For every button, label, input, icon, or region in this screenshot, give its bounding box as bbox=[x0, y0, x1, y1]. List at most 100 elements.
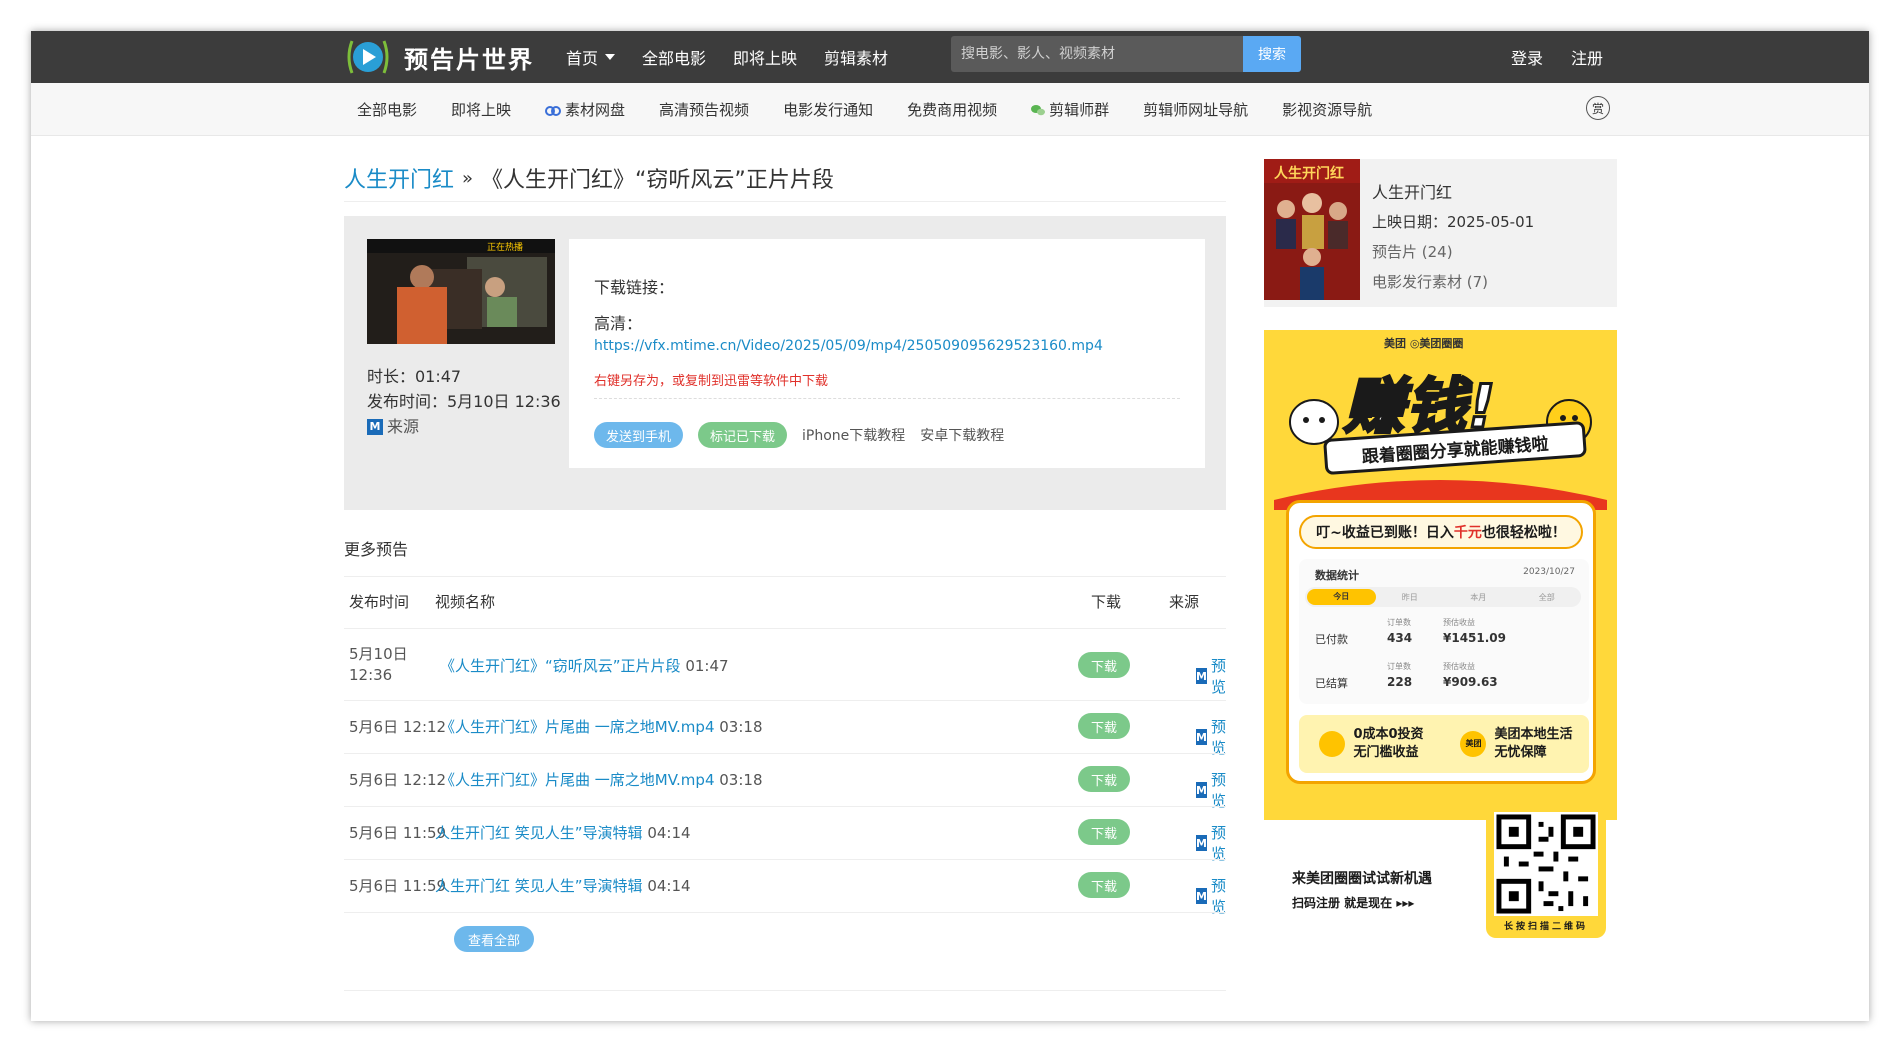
video-thumbnail[interactable]: 正在热播 bbox=[367, 239, 555, 344]
settled-label: 已结算 bbox=[1315, 677, 1348, 690]
row-date: 5月6日 11:59 bbox=[349, 877, 447, 895]
subnav-hd-trailers[interactable]: 高清预告视频 bbox=[659, 99, 749, 120]
paid-label: 已付款 bbox=[1315, 633, 1348, 646]
promo1-line2: 无门槛收益 bbox=[1353, 745, 1419, 760]
orders-label: 订单数 bbox=[1387, 618, 1411, 627]
download-url-link[interactable]: https://vfx.mtime.cn/Video/2025/05/09/mp… bbox=[594, 338, 1103, 354]
subnav-editor-nav[interactable]: 剪辑师网址导航 bbox=[1143, 99, 1248, 120]
nav-coming-soon[interactable]: 即将上映 bbox=[733, 45, 797, 69]
divider bbox=[344, 990, 1226, 991]
nav-home[interactable]: 首页 bbox=[566, 45, 616, 69]
trailer-duration: 01:47 bbox=[685, 657, 729, 675]
trailer-title-link[interactable]: 人生开门红 笑见人生”导演特辑 04:14 bbox=[435, 875, 691, 896]
mtime-icon: M bbox=[1196, 668, 1207, 684]
auth-links: 登录 注册 bbox=[1511, 31, 1631, 83]
trailer-title-link[interactable]: 《人生开门红》“窃听风云”正片片段 01:47 bbox=[440, 655, 729, 676]
promo1-line1: 0成本0投资 bbox=[1353, 727, 1424, 742]
stats-date: 2023/10/27 bbox=[1523, 567, 1575, 577]
settled-orders: 228 bbox=[1387, 675, 1413, 689]
preview-link[interactable]: M 预览 bbox=[1196, 769, 1231, 811]
sub-nav: 全部电影 即将上映 素材网盘 高清预告视频 电影发行通知 免费商用视频 剪辑师群… bbox=[31, 83, 1869, 136]
trailer-title: 人生开门红 笑见人生”导演特辑 bbox=[435, 877, 643, 895]
ad-card-title-post: 也很轻松啦！ bbox=[1481, 525, 1566, 541]
subnav-resource-nav[interactable]: 影视资源导航 bbox=[1282, 99, 1372, 120]
column-header-source: 来源 bbox=[1169, 593, 1200, 611]
download-button[interactable]: 下载 bbox=[1078, 766, 1130, 792]
preview-link[interactable]: M 预览 bbox=[1196, 822, 1231, 864]
trailer-duration: 04:14 bbox=[647, 877, 691, 895]
nav-all-movies[interactable]: 全部电影 bbox=[642, 45, 706, 69]
register-link[interactable]: 注册 bbox=[1571, 45, 1603, 69]
mark-downloaded-button[interactable]: 标记已下载 bbox=[698, 422, 788, 448]
nav-clip-materials[interactable]: 剪辑素材 bbox=[824, 45, 888, 69]
download-button[interactable]: 下载 bbox=[1078, 872, 1130, 898]
stats-row-paid: 已付款 订单数 预估收益 434 ¥1451.09 bbox=[1315, 615, 1575, 655]
table-row: 5月10日 12:36 《人生开门红》“窃听风云”正片片段 01:47 下载 M… bbox=[344, 628, 1226, 700]
movie-card: 人生开门红 人生开门红 上映日期：2025-05-01 预告片 (24) 电影发… bbox=[1264, 159, 1617, 307]
row-date: 5月6日 12:12 bbox=[349, 718, 447, 736]
movie-poster[interactable]: 人生开门红 bbox=[1264, 159, 1360, 300]
subnav-all-movies[interactable]: 全部电影 bbox=[357, 99, 417, 120]
browser-page: 预告片世界 首页 全部电影 即将上映 剪辑素材 搜索 登录 注册 全部电影 即将… bbox=[31, 31, 1869, 1021]
reward-icon[interactable]: 赏 bbox=[1586, 96, 1610, 120]
cloud-drive-icon bbox=[545, 105, 562, 116]
meituan-ad-banner[interactable]: 美团 ◎美团圈圈 赚钱! 跟着圈圈分享就能赚钱啦 叮~收益已到账！日入 千元 也很轻… bbox=[1264, 330, 1617, 944]
movie-title-link[interactable]: 人生开门红 bbox=[1372, 179, 1452, 203]
mtime-icon: M bbox=[1196, 835, 1207, 851]
iphone-tutorial-link[interactable]: iPhone下载教程 bbox=[802, 425, 905, 445]
movie-trailers-link[interactable]: 预告片 (24) bbox=[1372, 241, 1453, 262]
download-button[interactable]: 下载 bbox=[1078, 819, 1130, 845]
chevron-down-icon bbox=[605, 54, 616, 60]
search-button[interactable]: 搜索 bbox=[1243, 36, 1301, 72]
download-button[interactable]: 下载 bbox=[1078, 652, 1130, 678]
trailer-title-link[interactable]: 《人生开门红》片尾曲 一席之地MV.mp4 03:18 bbox=[440, 716, 763, 737]
subnav-cloud-drive-label: 素材网盘 bbox=[565, 101, 626, 119]
promo-meituan: 美团 美团本地生活 无忧保障 bbox=[1444, 726, 1589, 762]
preview-label: 预览 bbox=[1210, 877, 1226, 916]
movie-materials-link[interactable]: 电影发行素材 (7) bbox=[1372, 271, 1488, 292]
stats-row-settled: 已结算 订单数 预估收益 228 ¥909.63 bbox=[1315, 659, 1575, 699]
download-button[interactable]: 下载 bbox=[1078, 713, 1130, 739]
trailer-title-link[interactable]: 人生开门红 笑见人生”导演特辑 04:14 bbox=[435, 822, 691, 843]
column-header-date: 发布时间 bbox=[349, 593, 410, 611]
preview-link[interactable]: M 预览 bbox=[1196, 875, 1231, 917]
search-input[interactable] bbox=[951, 36, 1243, 72]
subnav-editor-group[interactable]: 剪辑师群 bbox=[1031, 99, 1109, 120]
site-logo[interactable]: 预告片世界 bbox=[344, 35, 534, 79]
video-publish-time: 发布时间：5月10日 12:36 bbox=[367, 392, 561, 411]
row-date: 5月6日 12:12 bbox=[349, 771, 447, 789]
ad-stats-panel: 数据统计 2023/10/27 今日 昨日 本月 全部 已付款 订单数 预估收益… bbox=[1299, 559, 1589, 704]
promo2-line1: 美团本地生活 bbox=[1494, 727, 1573, 742]
subnav-free-videos[interactable]: 免费商用视频 bbox=[907, 99, 997, 120]
top-bar: 预告片世界 首页 全部电影 即将上映 剪辑素材 搜索 登录 注册 bbox=[31, 31, 1869, 83]
qr-code-block: 长按扫描二维码 bbox=[1486, 806, 1606, 938]
view-all-button[interactable]: 查看全部 bbox=[454, 926, 534, 952]
ad-bottom-line2: 扫码注册 就是现在 ▸▸▸ bbox=[1292, 896, 1415, 910]
preview-link[interactable]: M 预览 bbox=[1196, 716, 1231, 758]
mtime-icon: M bbox=[1196, 888, 1207, 904]
subnav-coming-soon[interactable]: 即将上映 bbox=[451, 99, 511, 120]
preview-link[interactable]: M 预览 bbox=[1196, 655, 1231, 697]
login-link[interactable]: 登录 bbox=[1511, 45, 1543, 69]
video-detail-box: 正在热播 时长：01:47 发布时间：5月10日 12:36 M 来源 下载链接… bbox=[344, 216, 1226, 510]
download-hint: 右键另存为，或复制到迅雷等软件中下载 bbox=[594, 374, 829, 389]
preview-label: 预览 bbox=[1210, 824, 1226, 863]
android-tutorial-link[interactable]: 安卓下载教程 bbox=[920, 425, 1004, 445]
send-to-phone-button[interactable]: 发送到手机 bbox=[594, 422, 684, 448]
play-logo-icon bbox=[347, 40, 389, 74]
stats-tabs: 今日 昨日 本月 全部 bbox=[1305, 587, 1581, 607]
table-row: 5月6日 11:59 人生开门红 笑见人生”导演特辑 04:14 下载 M 预览 bbox=[344, 859, 1226, 916]
trailer-title-link[interactable]: 《人生开门红》片尾曲 一席之地MV.mp4 03:18 bbox=[440, 769, 763, 790]
trailer-duration: 03:18 bbox=[719, 718, 763, 736]
stats-tab-today: 今日 bbox=[1307, 589, 1376, 605]
breadcrumb-movie-link[interactable]: 人生开门红 bbox=[344, 162, 454, 194]
subnav-cloud-drive[interactable]: 素材网盘 bbox=[545, 99, 625, 120]
divider bbox=[344, 576, 1226, 577]
table-row: 5月6日 11:59 人生开门红 笑见人生”导演特辑 04:14 下载 M 预览 bbox=[344, 806, 1226, 863]
thumbnail-badge: 正在热播 bbox=[487, 243, 524, 253]
video-source-link[interactable]: M 来源 bbox=[367, 414, 561, 439]
income-label: 预估收益 bbox=[1443, 662, 1475, 671]
subnav-release-notices[interactable]: 电影发行通知 bbox=[783, 99, 873, 120]
preview-label: 预览 bbox=[1210, 771, 1226, 810]
paid-orders: 434 bbox=[1387, 631, 1413, 645]
